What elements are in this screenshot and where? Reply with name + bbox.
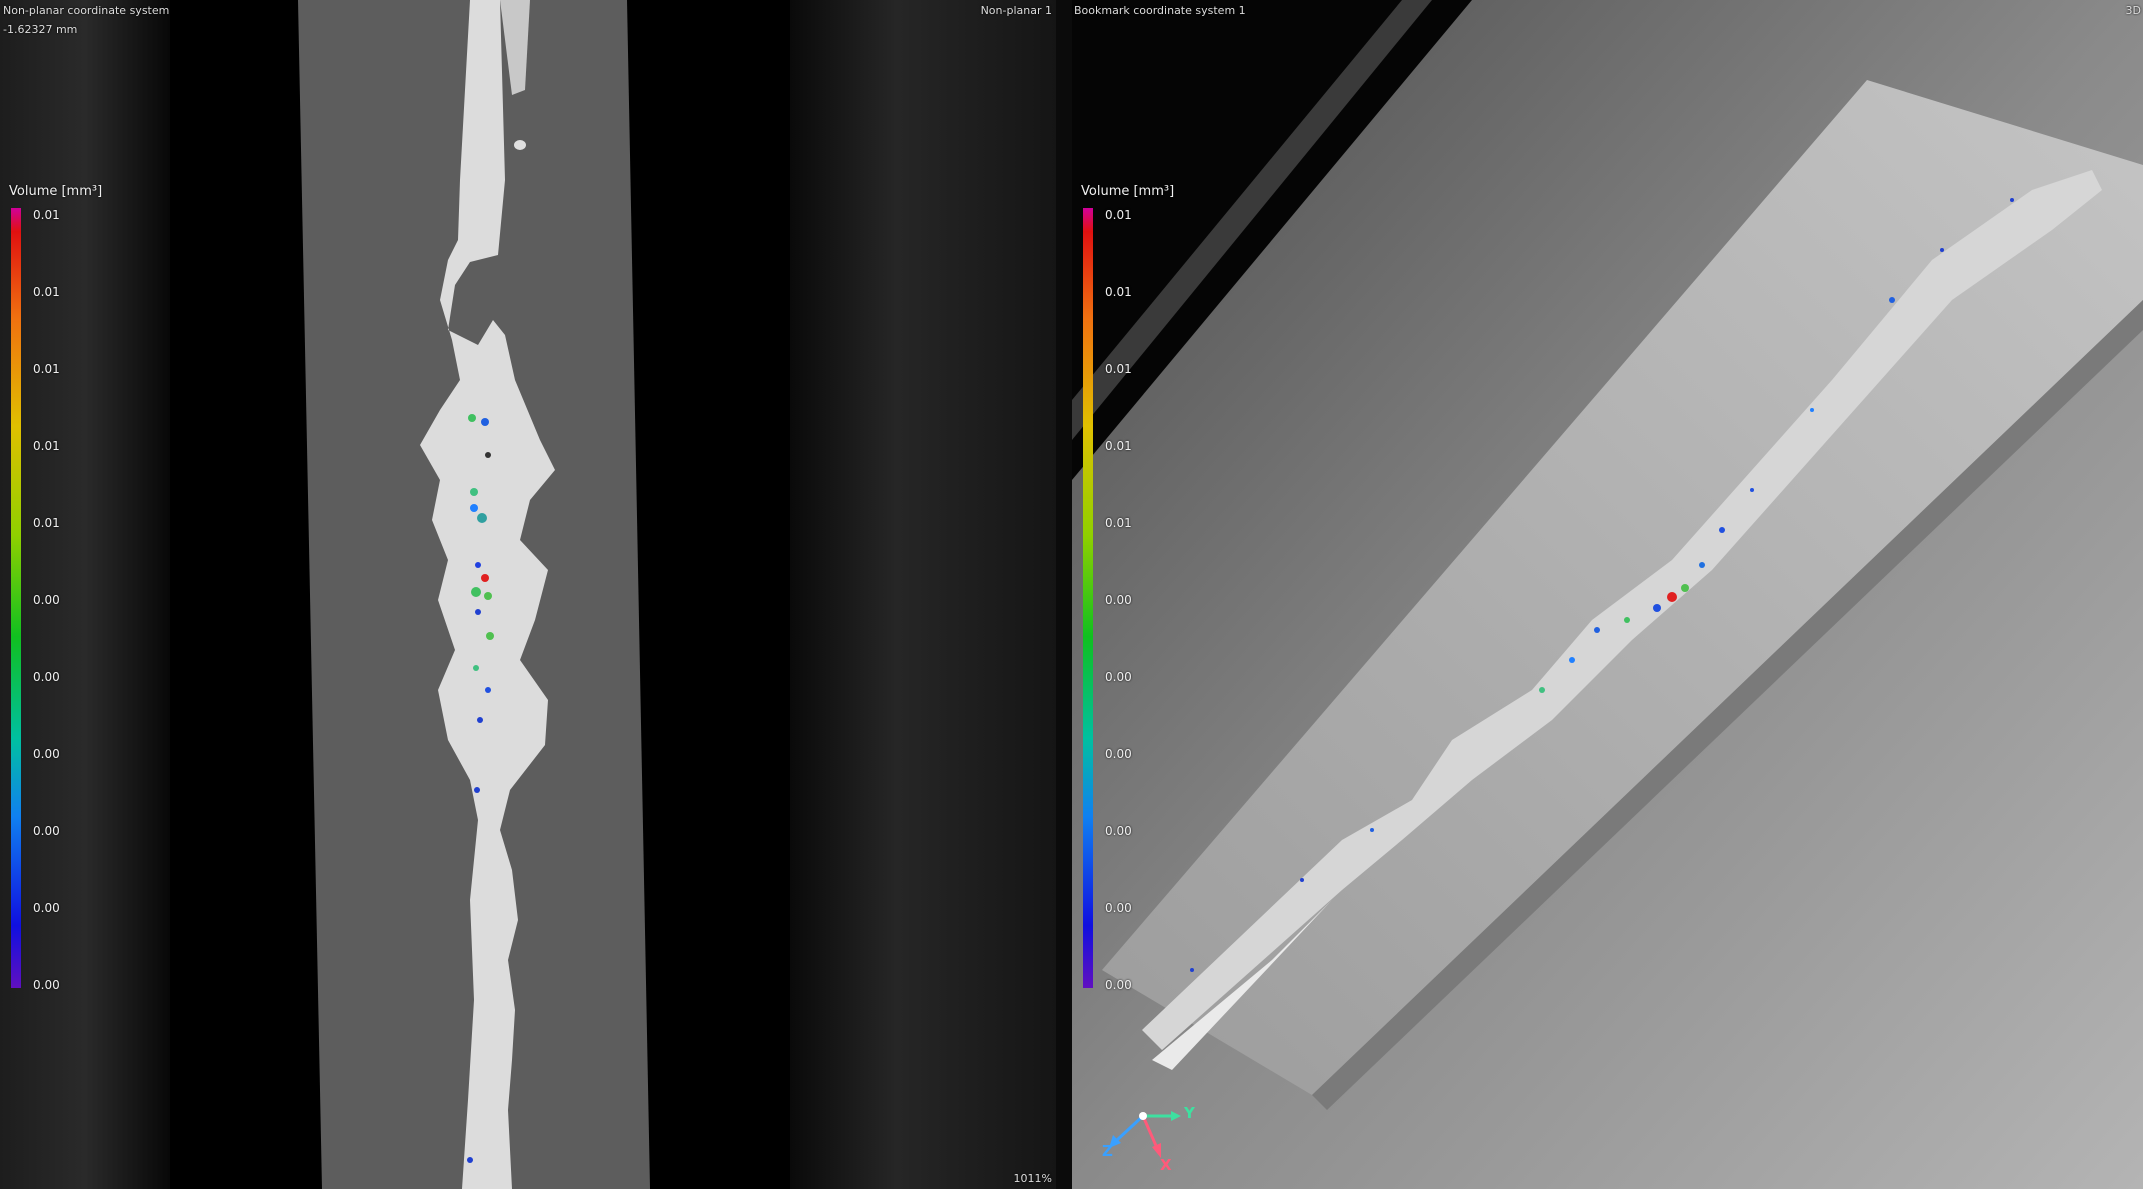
- legend-title: Volume [mm³]: [1081, 184, 1175, 199]
- view-mode-label: 3D: [2125, 4, 2141, 17]
- legend-tick: 0.00: [1105, 747, 1132, 761]
- legend-tick: 0.01: [1105, 362, 1132, 376]
- ct-slice-image: [0, 0, 1056, 1189]
- legend-tick: 0.01: [1105, 516, 1132, 530]
- legend-tick: 0.00: [33, 670, 60, 684]
- ct-slice-viewport[interactable]: Non-planar coordinate system -1.62327 mm…: [0, 0, 1056, 1189]
- axis-triad[interactable]: Y X Z: [1095, 1100, 1195, 1180]
- legend-tick: 0.00: [1105, 824, 1132, 838]
- legend-tick: 0.01: [1105, 439, 1132, 453]
- legend-tick: 0.01: [33, 285, 60, 299]
- legend-tick: 0.00: [1105, 901, 1132, 915]
- legend-title: Volume [mm³]: [9, 184, 103, 199]
- legend-tick: 0.00: [33, 747, 60, 761]
- legend-tick: 0.01: [33, 208, 60, 222]
- legend-color-scale: [11, 208, 21, 988]
- 3d-viewport[interactable]: Bookmark coordinate system 1 3D Volume […: [1072, 0, 2143, 1189]
- zoom-level: 1011%: [1013, 1172, 1052, 1185]
- volume-legend-3d: Volume [mm³] 0.01 0.01 0.01 0.01 0.01 0.…: [1081, 184, 1221, 1004]
- legend-tick: 0.00: [33, 824, 60, 838]
- axis-x-label: X: [1160, 1156, 1172, 1174]
- bookmark-coord-system-label: Bookmark coordinate system 1: [1074, 4, 1246, 17]
- legend-tick: 0.00: [1105, 670, 1132, 684]
- legend-tick: 0.01: [1105, 208, 1132, 222]
- viewport-divider[interactable]: [1056, 0, 1072, 1189]
- coord-system-label: Non-planar coordinate system: [3, 4, 170, 17]
- legend-tick: 0.00: [33, 593, 60, 607]
- slice-offset-value: -1.62327 mm: [3, 23, 78, 36]
- volume-legend: Volume [mm³] 0.01 0.01 0.01 0.01 0.01 0.…: [9, 184, 149, 1004]
- axis-z-label: Z: [1102, 1142, 1113, 1160]
- legend-tick: 0.01: [33, 516, 60, 530]
- legend-tick: 0.00: [1105, 978, 1132, 992]
- legend-tick: 0.00: [1105, 593, 1132, 607]
- legend-color-scale: [1083, 208, 1093, 988]
- legend-tick: 0.00: [33, 978, 60, 992]
- legend-tick: 0.01: [33, 362, 60, 376]
- legend-tick: 0.00: [33, 901, 60, 915]
- 3d-render-image: [1072, 0, 2143, 1189]
- legend-tick: 0.01: [33, 439, 60, 453]
- axis-y-label: Y: [1184, 1104, 1195, 1122]
- legend-tick: 0.01: [1105, 285, 1132, 299]
- view-name-label: Non-planar 1: [980, 4, 1052, 17]
